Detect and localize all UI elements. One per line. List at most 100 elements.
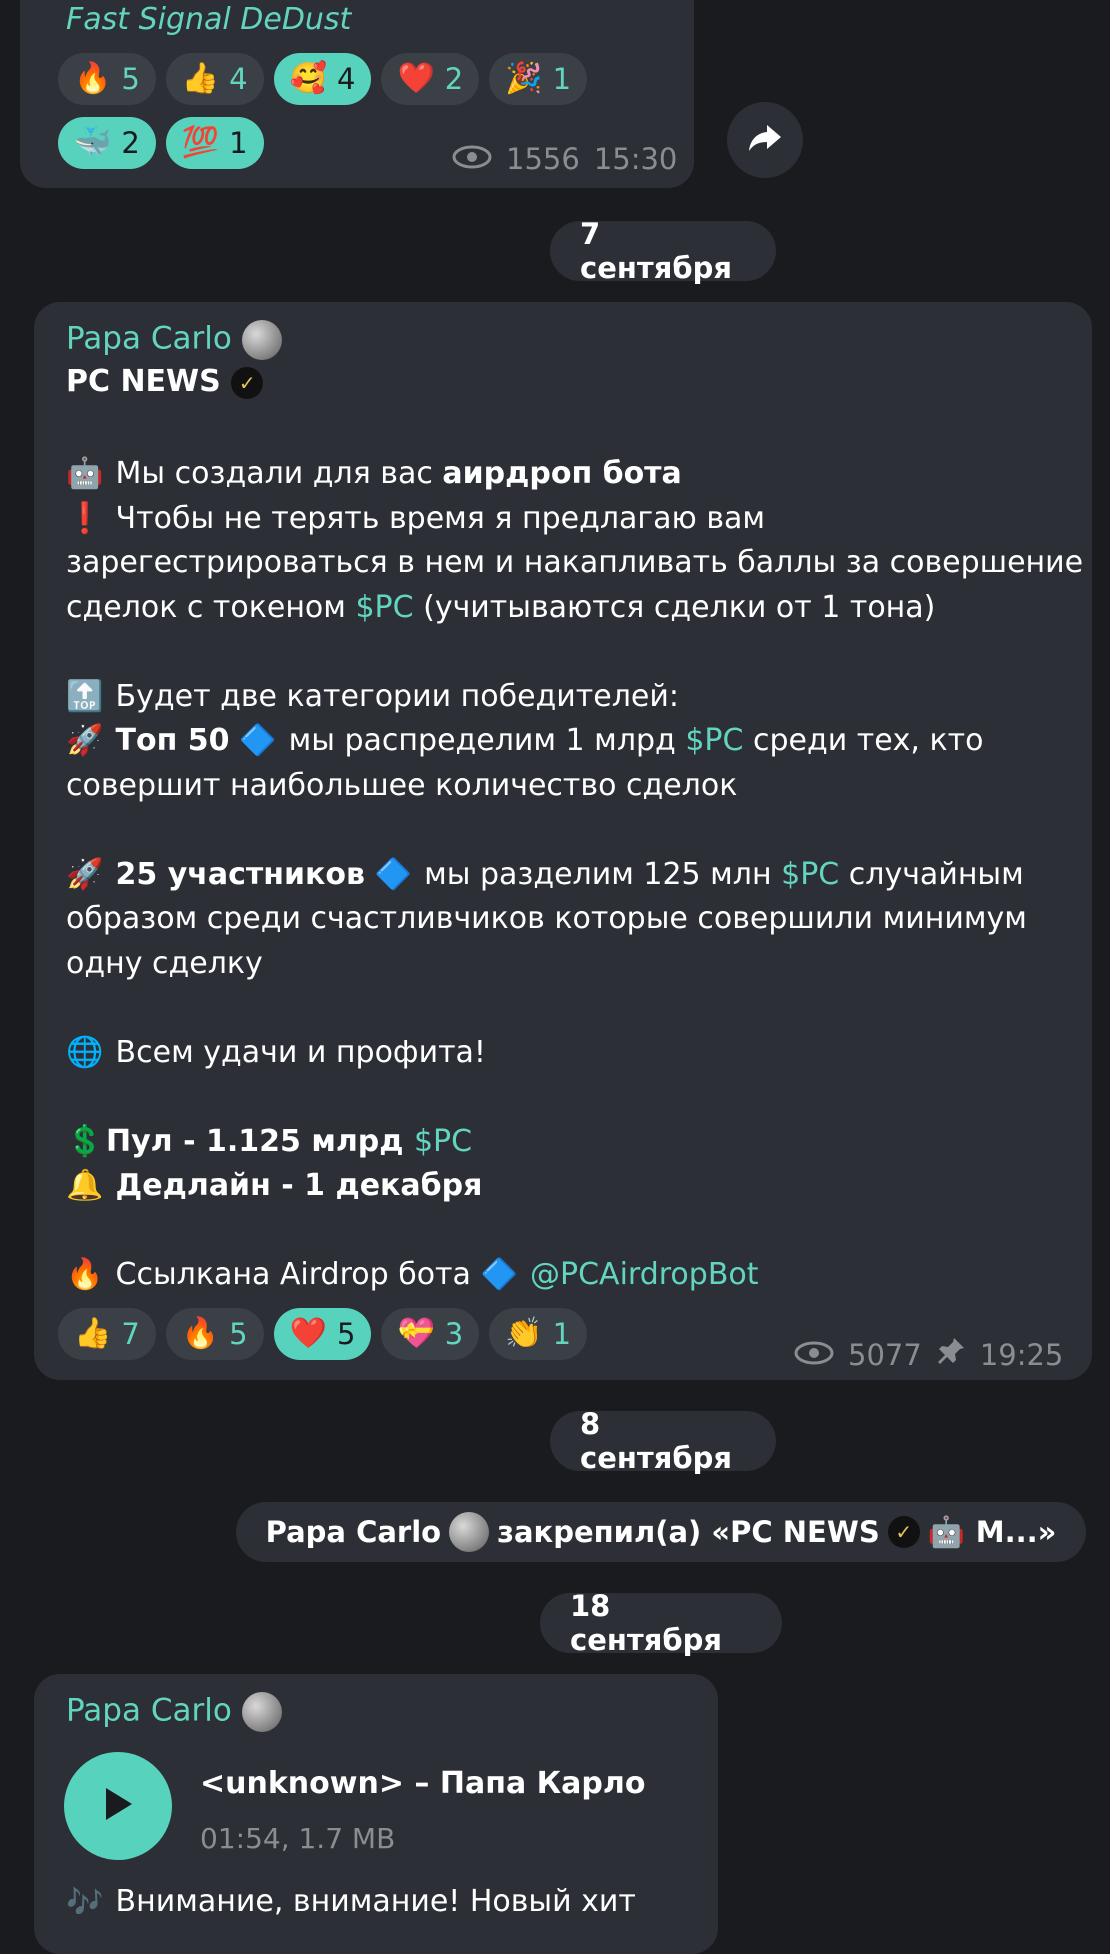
- verified-badge-icon: ✓: [887, 1516, 920, 1548]
- share-arrow-icon: [747, 123, 783, 157]
- forward-button[interactable]: [727, 102, 803, 178]
- service-action: закрепил(а) «PC NEWS: [497, 1515, 880, 1549]
- reaction-emoji-icon: 💯: [181, 125, 220, 160]
- text-line: (учитываются сделки от 1 тона): [413, 589, 936, 625]
- reaction-count: 3: [444, 1317, 464, 1351]
- service-trail: М...»: [975, 1515, 1057, 1549]
- verified-badge-icon: ✓: [231, 366, 264, 399]
- text-bold: Пул - 1.125 млрд: [106, 1123, 414, 1159]
- fire-icon: 🔥: [66, 1257, 104, 1293]
- reaction-button[interactable]: ❤️ 5: [273, 1308, 372, 1360]
- diamond-icon: 🔷: [374, 856, 412, 892]
- reaction-count: 1: [229, 126, 248, 160]
- reaction-emoji-icon: 🐳: [74, 125, 112, 160]
- text-line: одну сделку: [66, 945, 263, 981]
- post-signature: Fast Signal DeDust: [66, 2, 352, 37]
- author-label: Papa Carlo: [66, 320, 232, 357]
- reaction-count: 5: [336, 1317, 356, 1351]
- reaction-emoji-icon: ❤️: [289, 1316, 327, 1351]
- text-line: Чтобы не терять время я предлагаю вам: [115, 500, 766, 536]
- reaction-emoji-icon: 🔥: [181, 1316, 220, 1351]
- reaction-button[interactable]: 💝 3: [381, 1308, 480, 1360]
- globe-icon: 🌐: [66, 1034, 104, 1070]
- play-icon: [100, 1784, 136, 1828]
- text-line: среди тех, кто: [743, 723, 984, 758]
- reaction-button[interactable]: 🐳 2: [58, 117, 156, 169]
- text-bold: Топ 50: [115, 723, 230, 758]
- text-bold: аирдроп бота: [442, 456, 682, 491]
- caption-text: Внимание, внимание! Новый хит: [115, 1884, 636, 1919]
- audio-caption: 🎶 Внимание, внимание! Новый хит: [66, 1884, 636, 1920]
- message-time: 15:30: [593, 142, 678, 176]
- cashtag[interactable]: $PC: [685, 723, 743, 758]
- message-meta: 5077 19:25: [794, 1336, 1063, 1373]
- reaction-emoji-icon: 👍: [181, 61, 220, 96]
- audio-title: <unknown> – Папа Карло: [200, 1766, 646, 1801]
- reaction-count: 5: [229, 1317, 248, 1351]
- author-name[interactable]: Papa Carlo: [66, 320, 282, 360]
- reaction-button[interactable]: 💯 1: [165, 117, 264, 169]
- reaction-button[interactable]: 🔥 5: [58, 53, 156, 105]
- rocket-icon: 🚀: [66, 723, 104, 759]
- eye-icon: [794, 1338, 834, 1372]
- moon-avatar-icon: [449, 1512, 490, 1552]
- reactions-row: 🐳 2 💯 1: [58, 117, 458, 169]
- text-line: Будет две категории победителей:: [115, 678, 679, 714]
- moon-avatar-icon: [241, 320, 282, 360]
- cashtag[interactable]: $PC: [414, 1124, 472, 1159]
- bell-icon: 🔔: [66, 1168, 104, 1204]
- text-line: случайным: [839, 856, 1024, 892]
- audio-play-button[interactable]: [64, 1752, 172, 1860]
- text-line: зарегестрироваться в нем и накапливать б…: [66, 545, 1084, 580]
- reaction-count: 5: [121, 62, 140, 96]
- reaction-emoji-icon: 💝: [397, 1316, 435, 1351]
- top-secret-icon: 🔝: [66, 678, 104, 714]
- reaction-button[interactable]: 🎉 1: [489, 53, 588, 105]
- post-body: 🤖 Мы создали для вас аирдроп бота ❗ Чтоб…: [66, 452, 1083, 1298]
- pin-icon: [936, 1336, 966, 1373]
- reaction-emoji-icon: 🥰: [289, 61, 327, 96]
- channel-title: PC NEWS ✓: [66, 364, 264, 399]
- message-time: 19:25: [979, 1337, 1064, 1372]
- reactions-row: 🔥 5 👍 4 🥰 4 ❤️ 2 🎉 1: [58, 53, 658, 105]
- reaction-emoji-icon: 🎉: [505, 61, 543, 96]
- text-line: совершит наибольшее количество сделок: [66, 767, 738, 803]
- reaction-count: 2: [444, 62, 464, 96]
- text-line: образом среди счастливчиков которые сове…: [66, 901, 1027, 936]
- reaction-button[interactable]: 🔥 5: [165, 1308, 264, 1360]
- reaction-button[interactable]: 👍 7: [58, 1308, 156, 1360]
- money-icon: 💲: [66, 1123, 104, 1159]
- reaction-count: 7: [121, 1317, 140, 1351]
- pinned-service-message[interactable]: Papa Carlo закрепил(а) «PC NEWS ✓ 🤖 М...…: [236, 1502, 1086, 1562]
- reaction-count: 4: [229, 62, 248, 96]
- date-separator: 8 сентября: [550, 1407, 776, 1475]
- audio-meta: 01:54, 1.7 MB: [200, 1822, 396, 1855]
- date-separator: 7 сентября: [550, 217, 776, 285]
- music-note-icon: 🎶: [66, 1885, 104, 1920]
- reaction-count: 1: [552, 62, 572, 96]
- moon-avatar-icon: [241, 1692, 282, 1732]
- bot-link[interactable]: @PCAirdropBot: [530, 1257, 759, 1292]
- reaction-button[interactable]: 👏 1: [489, 1308, 588, 1360]
- date-separator: 18 сентября: [540, 1589, 782, 1657]
- cashtag[interactable]: $PC: [355, 590, 413, 625]
- reaction-button[interactable]: 👍 4: [165, 53, 264, 105]
- diamond-icon: 🔷: [480, 1257, 518, 1293]
- text-bold: 25 участников: [115, 856, 366, 892]
- service-author: Papa Carlo: [265, 1515, 442, 1549]
- reaction-button[interactable]: ❤️ 2: [381, 53, 480, 105]
- text-line: сделок с токеном: [66, 589, 356, 625]
- robot-icon: 🤖: [66, 456, 104, 492]
- diamond-icon: 🔷: [239, 723, 277, 759]
- cashtag[interactable]: $PC: [781, 857, 839, 892]
- reaction-count: 1: [552, 1317, 572, 1351]
- rocket-icon: 🚀: [66, 856, 104, 892]
- eye-icon: [452, 142, 492, 176]
- text-bold: Дедлайн - 1 декабря: [115, 1168, 483, 1203]
- reaction-button[interactable]: 🥰 4: [273, 53, 372, 105]
- text-line: мы распределим 1 млрд: [279, 723, 686, 758]
- author-name[interactable]: Papa Carlo: [66, 1692, 282, 1732]
- reaction-emoji-icon: 👍: [74, 1316, 112, 1351]
- reaction-emoji-icon: 🔥: [74, 61, 112, 96]
- view-count: 5077: [848, 1337, 922, 1372]
